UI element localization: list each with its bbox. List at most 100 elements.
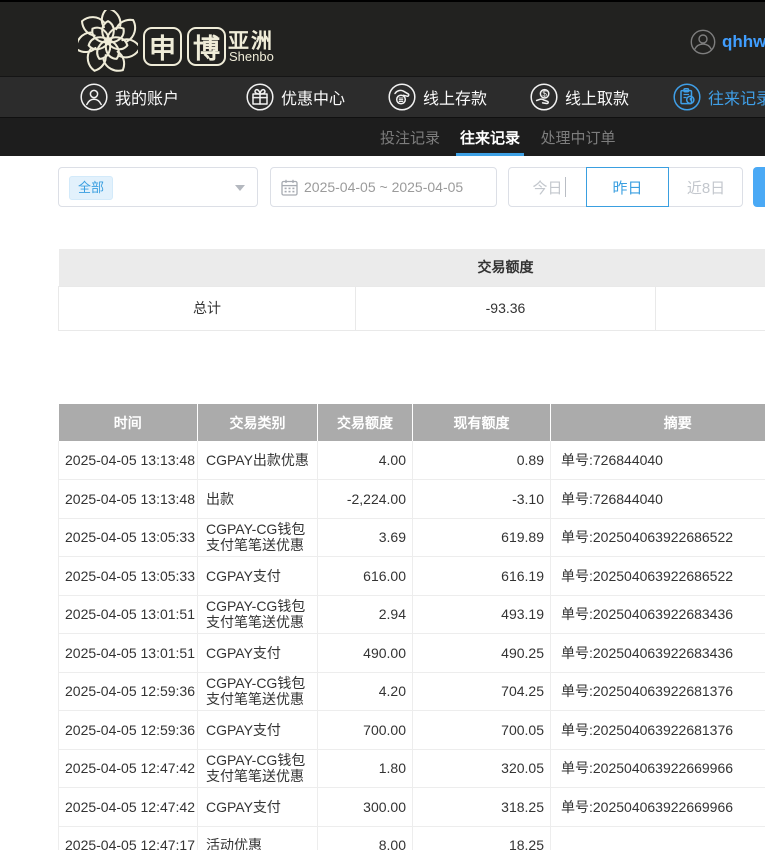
records-cell-time: 2025-04-05 13:01:51 [58,633,198,673]
nav-item-label: 线上存款 [423,91,488,108]
records-cell-summary: 单号:202504063922686522 [550,518,765,557]
records-cell-amount: 3.69 [317,518,413,557]
records-cell-summary: 单号:202504063922669966 [550,787,765,827]
records-row: 2025-04-05 12:59:36 CGPAY支付 700.00 700.05 单号… [58,710,765,750]
records-cell-balance: 318.25 [412,787,551,827]
quick-btn-last8days[interactable]: 近8日 [669,167,743,207]
summary-total-value: -93.36 [355,285,656,331]
records-body: 2025-04-05 13:13:48 CGPAY出款优惠 4.00 0.89 单号:7… [58,441,765,850]
nav-item-3[interactable]: 线上存款 [388,77,487,117]
brand-char-box-2: 博 [187,27,226,66]
records-row: 2025-04-05 12:59:36 CGPAY-CG钱包支付笔笔送优惠 4.20… [58,672,765,711]
records-col-header: 时间 [58,404,198,441]
records-cell-time: 2025-04-05 12:47:42 [58,787,198,827]
records-col-header: 摘要 [550,404,765,441]
withdraw-icon: $ [530,83,558,111]
main-nav: 我的账户 优惠中心 线上存款 $ 线上取款 往来记录 [0,76,765,117]
records-row: 2025-04-05 12:47:42 CGPAY支付 300.00 318.25 单号… [58,787,765,827]
records-cell-balance: 490.25 [412,633,551,673]
records-row: 2025-04-05 13:05:33 CGPAY-CG钱包支付笔笔送优惠 3.69… [58,518,765,557]
summary-table: 交易额度 总计 -93.36 [58,249,765,331]
records-col-header: 交易类别 [197,404,318,441]
records-row: 2025-04-05 13:01:51 CGPAY支付 490.00 490.25 单号… [58,633,765,673]
quick-btn-yesterday[interactable]: 昨日 [586,167,669,207]
nav-item-4[interactable]: $ 线上取款 [530,77,629,117]
records-cell-summary: 单号:202504063922683436 [550,595,765,634]
viewport: 申 博 亚洲 Shenbo qhhw 我的账户 优惠中心 线上存款 $ 线上取款 [0,0,765,850]
nav-item-1[interactable]: 我的账户 [80,77,179,117]
summary-header-amount: 交易额度 [355,249,656,286]
records-cell-time: 2025-04-05 12:47:17 [58,826,198,850]
summary-header-empty-1 [58,249,356,286]
username[interactable]: qhhw [722,32,765,52]
summary-total-label: 总计 [58,285,356,331]
records-cell-type: CGPAY支付 [197,710,318,750]
quick-btn-today[interactable]: 今日 [509,167,586,207]
records-cell-balance: 619.89 [412,518,551,557]
records-col-header: 现有额度 [412,404,551,441]
records-cell-balance: 0.89 [412,441,551,480]
records-cell-type: 活动优惠 [197,826,318,850]
calendar-icon [281,179,298,196]
records-cell-amount: 4.00 [317,441,413,480]
search-button[interactable] [753,167,765,207]
records-cell-amount: 616.00 [317,556,413,596]
records-cell-summary: 单号:202504063922683436 [550,633,765,673]
svg-text:$: $ [542,90,547,99]
records-cell-amount: 700.00 [317,710,413,750]
records-cell-summary: 单号:202504063922681376 [550,710,765,750]
subnav-tab-2[interactable]: 往来记录 [460,118,520,156]
records-cell-amount: 4.20 [317,672,413,711]
records-cell-type: CGPAY支付 [197,633,318,673]
records-row: 2025-04-05 13:05:33 CGPAY支付 616.00 616.19 单号… [58,556,765,596]
type-select[interactable]: 全部 [58,167,258,207]
records-row: 2025-04-05 13:01:51 CGPAY-CG钱包支付笔笔送优惠 2.94… [58,595,765,634]
subnav-tab-1[interactable]: 投注记录 [380,118,440,156]
subnav-tab-3[interactable]: 处理中订单 [540,118,615,156]
records-cell-time: 2025-04-05 13:13:48 [58,441,198,480]
records-cell-balance: 704.25 [412,672,551,711]
records-row: 2025-04-05 13:13:48 出款 -2,224.00 -3.10 单号:72… [58,479,765,519]
records-cell-time: 2025-04-05 13:01:51 [58,595,198,634]
nav-item-5[interactable]: 往来记录 [673,77,765,117]
records-row: 2025-04-05 12:47:42 CGPAY-CG钱包支付笔笔送优惠 1.80… [58,749,765,788]
records-cell-summary: 单号:202504063922686522 [550,556,765,596]
records-cell-summary: 单号:726844040 [550,479,765,519]
records-cell-amount: 1.80 [317,749,413,788]
records-cell-summary: 单号:202504063922681376 [550,672,765,711]
account-icon [80,83,108,111]
sub-nav: 投注记录 往来记录 处理中订单 [0,117,765,156]
records-cell-time: 2025-04-05 12:59:36 [58,710,198,750]
records-cell-time: 2025-04-05 12:59:36 [58,672,198,711]
records-cell-amount: 300.00 [317,787,413,827]
select-arrow-icon [235,185,245,191]
records-cell-summary: 单号:202504063922669966 [550,749,765,788]
type-select-tag[interactable]: 全部 [69,176,114,200]
promo-icon [246,83,274,111]
records-cell-time: 2025-04-05 13:05:33 [58,518,198,557]
records-cell-summary: 单号:726844040 [550,441,765,480]
records-cell-time: 2025-04-05 13:13:48 [58,479,198,519]
nav-item-label: 线上取款 [565,91,630,108]
date-range-value[interactable]: 2025-04-05 ~ 2025-04-05 [304,168,463,206]
quick-date-group: 今日 昨日 近8日 [508,167,743,207]
records-cell-type: CGPAY-CG钱包支付笔笔送优惠 [197,672,318,711]
records-cell-type: CGPAY-CG钱包支付笔笔送优惠 [197,749,318,788]
records-cell-amount: 2.94 [317,595,413,634]
records-cell-type: CGPAY-CG钱包支付笔笔送优惠 [197,595,318,634]
records-row: 2025-04-05 13:13:48 CGPAY出款优惠 4.00 0.89 单号:7… [58,441,765,480]
records-header-row: 时间 交易类别 交易额度 现有额度 摘要 [58,404,765,441]
date-range-input[interactable]: 2025-04-05 ~ 2025-04-05 [270,167,497,207]
nav-item-2[interactable]: 优惠中心 [246,77,345,117]
text-caret [565,177,566,197]
summary-total-row: 总计 -93.36 [58,285,765,331]
records-cell-balance: 18.25 [412,826,551,850]
records-cell-type: CGPAY出款优惠 [197,441,318,480]
records-cell-type: 出款 [197,479,318,519]
records-cell-type: CGPAY-CG钱包支付笔笔送优惠 [197,518,318,557]
records-cell-time: 2025-04-05 12:47:42 [58,749,198,788]
records-cell-balance: 493.19 [412,595,551,634]
records-cell-balance: 700.05 [412,710,551,750]
nav-item-label: 我的账户 [115,91,180,108]
summary-header-empty-2 [655,249,765,286]
